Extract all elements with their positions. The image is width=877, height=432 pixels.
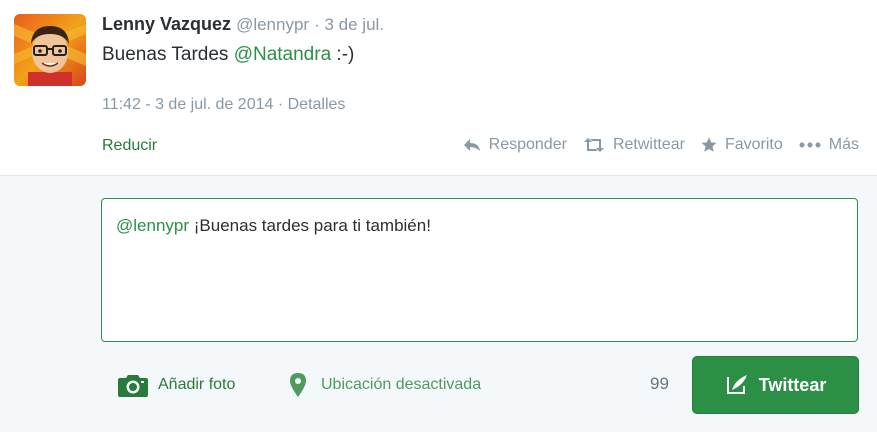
location-label: Ubicación desactivada (321, 376, 482, 393)
collapse-link[interactable]: Reducir (102, 137, 157, 155)
tweet-submit-label: Twittear (758, 374, 827, 395)
more-button[interactable]: Más (799, 136, 859, 154)
tweet-timestamp[interactable]: 11:42 - 3 de jul. de 2014 · Detalles (102, 96, 345, 114)
location-pin-icon (290, 373, 306, 397)
author-name[interactable]: Lenny Vazquez (102, 14, 231, 34)
tweet-submit-button[interactable]: Twittear (692, 356, 859, 414)
camera-icon (118, 375, 148, 397)
avatar-image (14, 14, 86, 86)
reply-mention[interactable]: @lennypr (116, 216, 189, 235)
favorite-label: Favorito (724, 136, 783, 153)
reply-textarea[interactable]: @lennypr ¡Buenas tardes para ti también! (101, 198, 858, 342)
tweet-text-end: :-) (336, 44, 355, 65)
location-toggle[interactable]: Ubicación desactivada (290, 373, 481, 397)
add-photo-label: Añadir foto (158, 376, 236, 393)
tweet: Lenny Vazquez @lennypr · 3 de jul. Buena… (0, 0, 877, 175)
reply-text: ¡Buenas tardes para ti también! (193, 216, 431, 235)
retweet-icon (583, 138, 604, 152)
tweet-actions: Responder Retwittear Favorito Más (447, 136, 859, 154)
compose-quill-icon (726, 375, 747, 394)
author-handle[interactable]: @lennypr (236, 15, 309, 34)
tweet-text: Buenas Tardes @Natandra :-) (102, 44, 354, 66)
tweet-date[interactable]: · 3 de jul. (314, 15, 384, 34)
reply-composer: @lennypr ¡Buenas tardes para ti también!… (0, 175, 877, 432)
more-dots-icon (799, 142, 821, 148)
character-counter: 99 (650, 374, 669, 393)
mention-link[interactable]: @Natandra (234, 44, 331, 65)
retweet-label: Retwittear (612, 136, 685, 153)
reply-label: Responder (488, 136, 567, 153)
reply-icon (463, 139, 480, 151)
reply-button[interactable]: Responder (463, 136, 567, 154)
tweet-text-start: Buenas Tardes (102, 44, 229, 65)
star-icon (701, 137, 717, 152)
favorite-button[interactable]: Favorito (701, 136, 783, 154)
tweet-header: Lenny Vazquez @lennypr · 3 de jul. (102, 14, 384, 35)
add-photo-button[interactable]: Añadir foto (118, 373, 235, 397)
more-label: Más (828, 136, 859, 153)
retweet-button[interactable]: Retwittear (583, 136, 685, 154)
avatar[interactable] (14, 14, 86, 86)
